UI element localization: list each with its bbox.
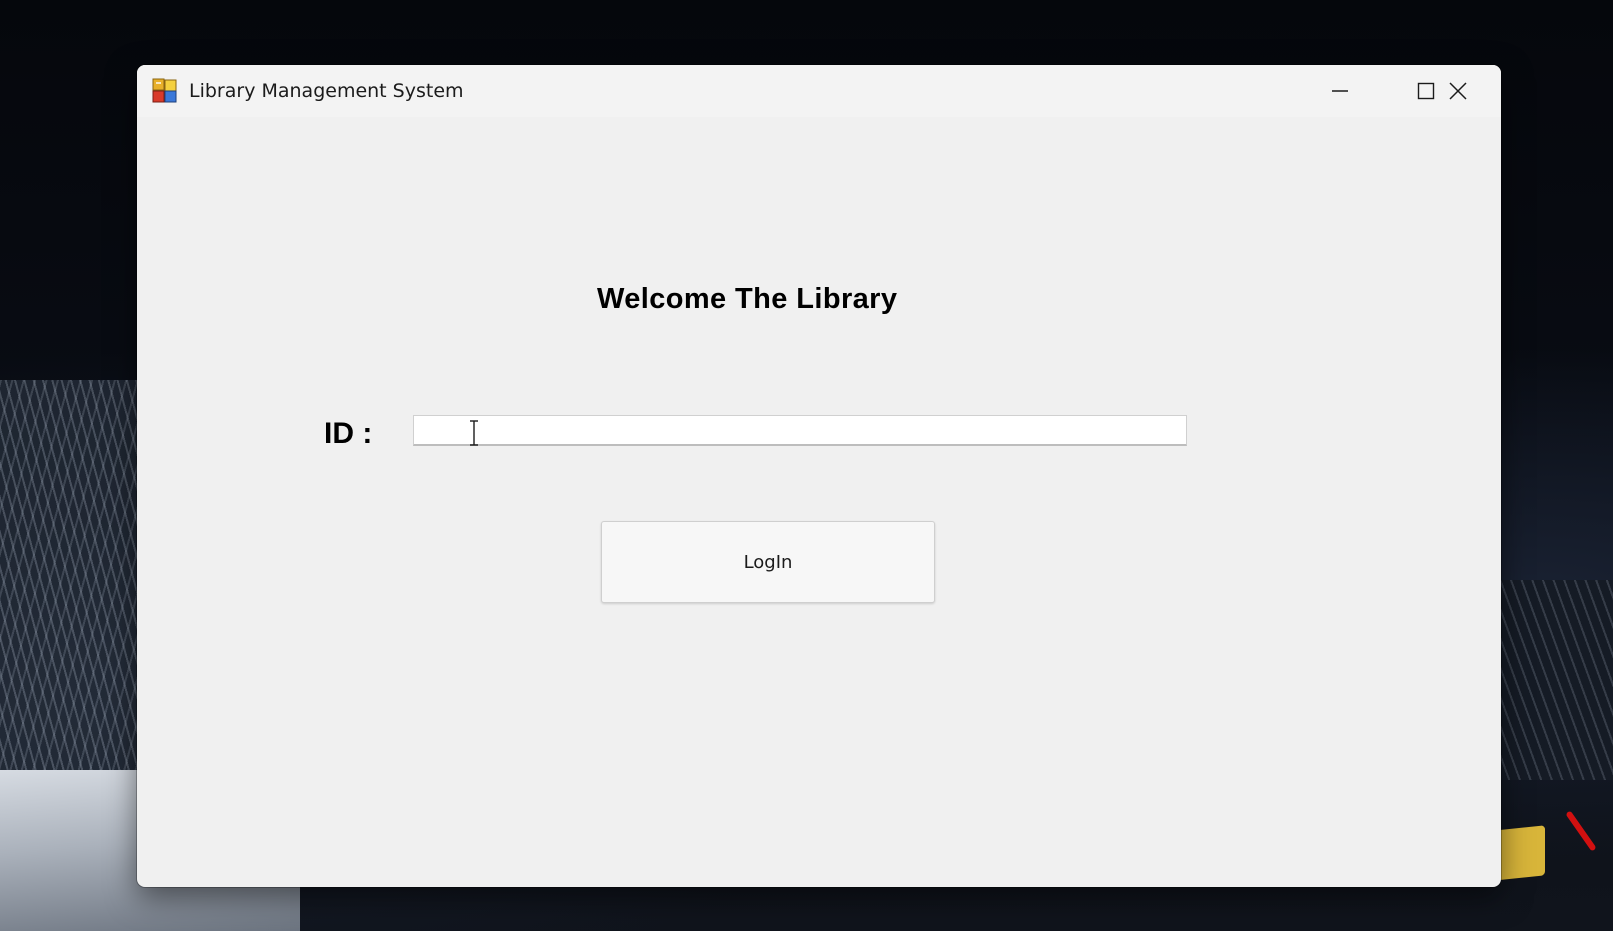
window-title: Library Management System (189, 80, 464, 102)
welcome-heading: Welcome The Library (597, 283, 898, 315)
close-icon (1447, 80, 1469, 102)
login-button[interactable]: LogIn (601, 521, 935, 603)
close-button[interactable] (1415, 65, 1501, 117)
id-label: ID : (324, 417, 373, 450)
id-input[interactable] (413, 415, 1187, 446)
wallpaper-trees-left (0, 380, 140, 780)
minimize-icon (1330, 81, 1350, 101)
minimize-button[interactable] (1297, 65, 1383, 117)
app-window-icon (152, 78, 178, 104)
login-window: Library Management System Welcome The Li… (137, 65, 1501, 887)
window-titlebar[interactable]: Library Management System (137, 65, 1501, 117)
text-cursor-icon (469, 419, 479, 447)
